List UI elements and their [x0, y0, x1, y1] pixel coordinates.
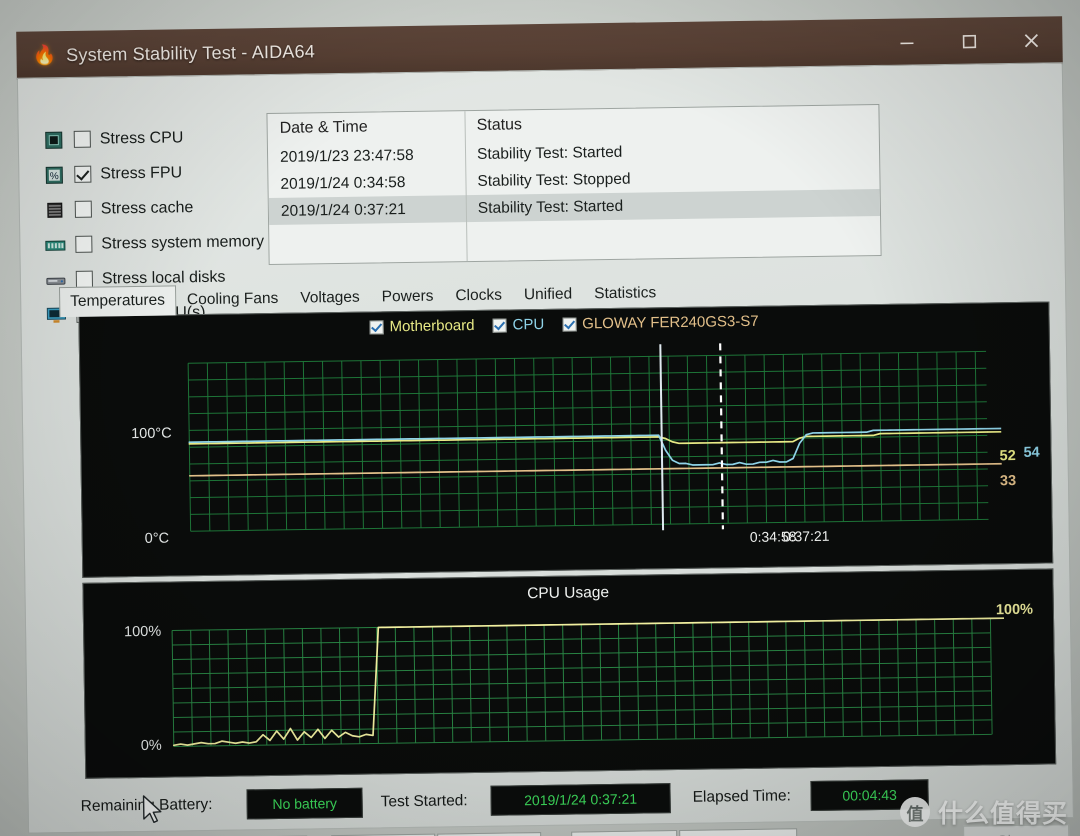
battery-value: No battery: [246, 787, 363, 820]
stress-option-label: Stress FPU: [100, 163, 183, 183]
legend-label-cpu: CPU: [512, 315, 545, 334]
temp-x-tick-start: 0:37:21: [782, 527, 830, 545]
stress-option-row[interactable]: Stress cache: [44, 189, 294, 228]
stress-fpu-checkbox[interactable]: [74, 165, 92, 183]
stress-cache-checkbox[interactable]: [74, 200, 92, 218]
temp-value-cpu: 54: [1023, 444, 1040, 461]
log-datetime: 2019/1/23 23:47:58: [279, 146, 414, 166]
stress-option-label: Stress CPU: [99, 128, 184, 148]
tab-statistics[interactable]: Statistics: [583, 278, 667, 309]
watermark-logo-icon: 值: [899, 797, 930, 827]
log-column-header-datetime: Date & Time: [279, 118, 368, 137]
tab-label: Voltages: [300, 288, 360, 307]
cpu-usage-current-value: 100%: [995, 601, 1034, 619]
legend-checkbox-cpu[interactable]: [492, 318, 507, 333]
memory-module-icon: [45, 240, 66, 251]
temp-y-min-label: 0°C: [144, 530, 170, 547]
tab-unified[interactable]: Unified: [513, 279, 584, 310]
flame-icon: 🔥: [32, 44, 57, 67]
stress-option-row[interactable]: Stress system memory: [44, 224, 294, 263]
site-watermark: 值 什么值得买: [899, 794, 1068, 830]
stress-option-label: Stress cache: [100, 198, 194, 218]
cpu-usage-chart[interactable]: CPU Usage 100% 0% 100%: [82, 568, 1057, 779]
fpu-percent-chip-icon: %: [45, 166, 63, 184]
stress-option-label: Stress system memory: [101, 232, 265, 253]
legend-label-motherboard: Motherboard: [389, 316, 475, 336]
mouse-cursor-icon: [142, 795, 162, 824]
elapsed-time-label: Elapsed Time:: [692, 787, 791, 806]
tab-voltages[interactable]: Voltages: [289, 283, 371, 314]
temperatures-plot: [187, 343, 1002, 532]
tab-label: Powers: [381, 287, 434, 306]
maximize-button[interactable]: [938, 18, 1001, 65]
stress-option-row[interactable]: Stress CPU: [43, 119, 293, 158]
stress-option-row[interactable]: % Stress FPU: [43, 154, 293, 193]
window-title: System Stability Test - AIDA64: [66, 40, 316, 65]
log-status: Stability Test: Stopped: [477, 170, 631, 190]
stress-cpu-checkbox[interactable]: [73, 130, 91, 148]
log-datetime: 2019/1/24 0:34:58: [280, 173, 406, 193]
save-button[interactable]: Save: [437, 832, 542, 836]
tab-temperatures[interactable]: Temperatures: [58, 285, 177, 318]
minimize-button[interactable]: [876, 19, 939, 66]
tab-powers[interactable]: Powers: [371, 281, 445, 312]
cpuid-button[interactable]: CPUID: [571, 830, 678, 836]
tab-label: Unified: [523, 285, 573, 304]
temp-value-gloway-ssd: 33: [999, 472, 1017, 490]
temp-y-max-label: 100°C: [131, 425, 172, 443]
window-client-area: Stress CPU % Stress FPU Stress cache Str…: [16, 62, 1074, 836]
legend-item-motherboard[interactable]: Motherboard: [369, 316, 475, 336]
watermark-text: 什么值得买: [937, 800, 1068, 828]
tab-clocks[interactable]: Clocks: [444, 280, 513, 311]
window-controls: [876, 17, 1063, 66]
tab-label: Temperatures: [70, 291, 166, 310]
legend-label-gloway-ssd: GLOWAY FER240GS3-S7: [582, 312, 759, 333]
tab-label: Clocks: [455, 286, 503, 305]
temp-value-motherboard: 52: [999, 447, 1016, 465]
temperatures-chart[interactable]: Motherboard CPU GLOWAY FER240GS3-S7 100°…: [78, 301, 1054, 578]
log-status: Stability Test: Started: [476, 143, 623, 163]
tab-cooling-fans[interactable]: Cooling Fans: [176, 284, 290, 316]
stress-system-memory-checkbox[interactable]: [75, 235, 93, 253]
log-column-header-status: Status: [476, 116, 523, 134]
log-datetime: 2019/1/24 0:37:21: [280, 200, 406, 220]
tab-label: Cooling Fans: [186, 289, 279, 309]
preferences-button[interactable]: Preferences: [679, 828, 798, 836]
cpu-y-min-label: 0%: [140, 737, 162, 754]
event-log-panel[interactable]: Date & Time Status 2019/1/23 23:47:58 St…: [266, 103, 882, 266]
close-button[interactable]: [1000, 17, 1063, 64]
cpu-chip-icon: [45, 131, 63, 149]
cache-chip-icon: [47, 202, 63, 218]
svg-text:%: %: [50, 171, 59, 182]
legend-item-cpu[interactable]: CPU: [492, 316, 544, 334]
legend-checkbox-gloway-ssd[interactable]: [562, 316, 577, 332]
legend-checkbox-motherboard[interactable]: [369, 319, 384, 335]
test-started-value: 2019/1/24 0:37:21: [490, 783, 671, 816]
cpu-y-max-label: 100%: [123, 623, 162, 641]
log-status: Stability Test: Started: [477, 197, 624, 217]
legend-item-gloway-ssd[interactable]: GLOWAY FER240GS3-S7: [562, 313, 759, 333]
test-started-label: Test Started:: [380, 792, 468, 811]
tab-label: Statistics: [594, 284, 657, 303]
